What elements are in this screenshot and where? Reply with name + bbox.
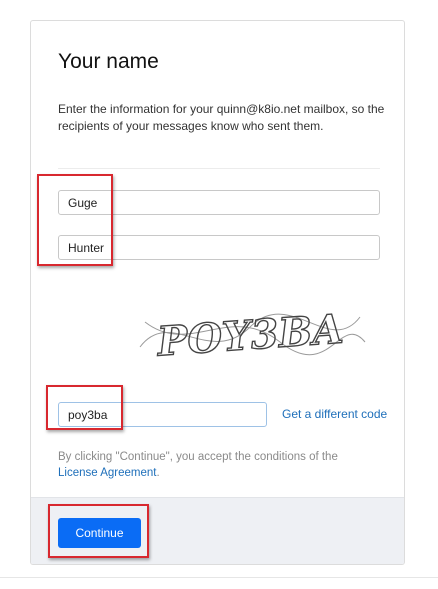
page-divider bbox=[0, 577, 438, 578]
registration-card: Your name Enter the information for your… bbox=[30, 20, 405, 565]
captcha-image: POY3BA bbox=[130, 287, 370, 377]
get-different-code-link[interactable]: Get a different code bbox=[282, 407, 387, 421]
license-agreement-link[interactable]: License Agreement bbox=[58, 467, 156, 479]
continue-button[interactable]: Continue bbox=[58, 518, 141, 548]
page-title: Your name bbox=[58, 50, 159, 73]
first-name-field[interactable] bbox=[58, 190, 380, 215]
terms-text: By clicking "Continue", you accept the c… bbox=[58, 449, 378, 481]
description-text: Enter the information for your quinn@k8i… bbox=[58, 102, 385, 133]
terms-suffix: . bbox=[156, 467, 160, 479]
form-footer: Continue bbox=[31, 497, 404, 564]
captcha-image-text: POY3BA bbox=[155, 306, 345, 366]
divider bbox=[58, 168, 380, 169]
captcha-input[interactable] bbox=[58, 402, 267, 427]
terms-prefix: By clicking "Continue", you accept the c… bbox=[58, 451, 338, 463]
last-name-field[interactable] bbox=[58, 235, 380, 260]
